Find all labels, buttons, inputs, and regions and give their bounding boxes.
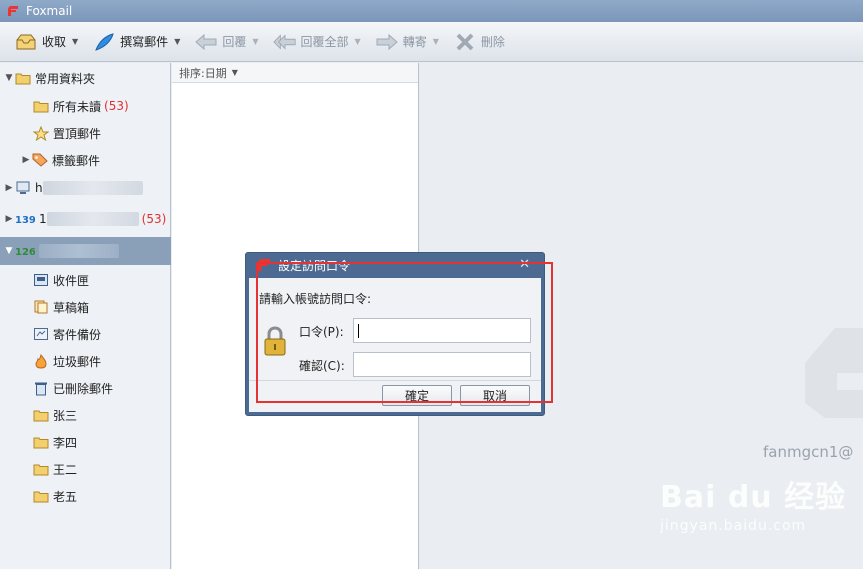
account-name: h <box>35 181 43 195</box>
sidebar-item-folder[interactable]: 张三 <box>0 402 171 428</box>
svg-text:139: 139 <box>15 215 35 225</box>
sidebar-item-account-3[interactable]: ▼ 126 <box>0 237 171 265</box>
reply-arrow-icon <box>194 32 218 52</box>
reply-button[interactable]: 回覆 ▼ <box>194 28 259 56</box>
sidebar-item-label: 张三 <box>53 408 78 423</box>
sidebar-item-label: 垃圾郵件 <box>53 354 102 369</box>
drafts-icon <box>33 300 49 314</box>
sort-dropdown[interactable]: 排序:日期 ▼ <box>172 63 418 83</box>
sidebar-item-label: 李四 <box>53 435 78 450</box>
sidebar-item-label: 寄件備份 <box>53 327 102 342</box>
sidebar-item-drafts[interactable]: 草稿箱 <box>0 294 171 320</box>
reply-label: 回覆 <box>222 35 247 49</box>
126-mail-icon: 126 <box>15 244 35 258</box>
folder-icon <box>33 462 49 476</box>
sidebar-item-folder[interactable]: 老五 <box>0 483 171 509</box>
collapse-arrow-icon[interactable]: ▶ <box>3 214 15 224</box>
folder-icon <box>33 435 49 449</box>
compose-label: 撰寫郵件 <box>120 35 169 49</box>
folder-sidebar: ▼ 常用資料夾 所有未讀 (53) 置頂郵件 ▶ 標籤郵件 ▶ h ▶ 139 … <box>0 63 171 569</box>
delete-label: 刪除 <box>480 35 505 49</box>
sidebar-item-account-2[interactable]: ▶ 139 1 (53) <box>0 206 171 232</box>
sidebar-item-common-folders[interactable]: ▼ 常用資料夾 <box>0 65 171 91</box>
expand-arrow-icon[interactable]: ▼ <box>3 73 15 83</box>
junk-fire-icon <box>33 353 49 369</box>
sidebar-item-pinned[interactable]: 置頂郵件 <box>0 120 171 146</box>
sidebar-item-label: 老五 <box>53 489 78 504</box>
compose-button[interactable]: 撰寫郵件 ▼ <box>92 28 180 56</box>
reply-all-dropdown-icon[interactable]: ▼ <box>355 37 361 46</box>
foxmail-watermark-logo-icon <box>805 328 863 418</box>
reply-dropdown-icon[interactable]: ▼ <box>252 37 258 46</box>
sidebar-item-label: 草稿箱 <box>53 300 90 315</box>
chevron-down-icon: ▼ <box>231 68 238 77</box>
sidebar-item-label: 常用資料夾 <box>35 71 96 86</box>
inbox-tray-icon <box>14 32 38 52</box>
account-unread-count: (53) <box>141 212 167 226</box>
computer-account-icon <box>15 181 31 195</box>
star-icon <box>33 125 49 141</box>
receive-dropdown-icon[interactable]: ▼ <box>72 37 78 46</box>
baidu-watermark: Bai du 经验 jingyan.baidu.com <box>660 472 846 534</box>
reply-all-arrow-icon <box>272 32 297 52</box>
blurred-account-name <box>39 244 119 258</box>
forward-dropdown-icon[interactable]: ▼ <box>433 37 439 46</box>
collapse-arrow-icon[interactable]: ▶ <box>20 155 32 165</box>
139-mail-icon: 139 <box>15 212 35 226</box>
sidebar-item-account-1[interactable]: ▶ h <box>0 175 171 201</box>
inbox-icon <box>33 273 49 287</box>
collapse-arrow-icon[interactable]: ▶ <box>3 183 15 193</box>
compose-dropdown-icon[interactable]: ▼ <box>174 37 180 46</box>
sidebar-item-label: 收件匣 <box>53 273 90 288</box>
sidebar-item-folder[interactable]: 王二 <box>0 456 171 482</box>
sort-label: 排序:日期 <box>179 66 227 80</box>
trash-can-icon <box>33 381 49 395</box>
watermark-logo-text: Bai du 经验 <box>660 480 847 515</box>
reply-all-label: 回覆全部 <box>300 35 349 49</box>
account-email-text: fanmgcn1@ <box>763 443 854 461</box>
folder-icon <box>15 71 31 85</box>
sidebar-item-junk[interactable]: 垃圾郵件 <box>0 348 171 374</box>
sidebar-item-label: 置頂郵件 <box>53 126 102 141</box>
sidebar-item-tagged[interactable]: ▶ 標籤郵件 <box>0 147 171 173</box>
reply-all-button[interactable]: 回覆全部 ▼ <box>272 28 361 56</box>
blurred-account-name <box>42 181 143 195</box>
blurred-account-name <box>46 212 139 226</box>
title-bar: Foxmail <box>0 0 863 22</box>
account-name: 1 <box>39 212 47 226</box>
receive-label: 收取 <box>42 35 67 49</box>
feather-pen-icon <box>92 32 116 52</box>
sidebar-item-unread[interactable]: 所有未讀 (53) <box>0 93 171 119</box>
window-title: Foxmail <box>26 4 73 18</box>
delete-button[interactable]: 刪除 <box>453 28 505 56</box>
sidebar-item-label: 標籤郵件 <box>52 153 101 168</box>
folder-icon <box>33 489 49 503</box>
foxmail-logo-icon <box>6 4 20 18</box>
sidebar-item-folder[interactable]: 李四 <box>0 429 171 455</box>
sidebar-item-trash[interactable]: 已刪除郵件 <box>0 375 171 401</box>
watermark-url: jingyan.baidu.com <box>660 518 807 534</box>
sidebar-item-sent[interactable]: 寄件備份 <box>0 321 171 347</box>
svg-text:126: 126 <box>15 247 35 257</box>
unread-count: (53) <box>104 99 129 113</box>
delete-x-icon <box>453 32 477 52</box>
highlight-box <box>256 262 553 403</box>
forward-arrow-icon <box>375 32 399 52</box>
folder-icon <box>33 99 49 113</box>
sidebar-item-label: 王二 <box>53 462 78 477</box>
sidebar-item-label: 已刪除郵件 <box>53 381 114 396</box>
forward-button[interactable]: 轉寄 ▼ <box>375 28 439 56</box>
forward-label: 轉寄 <box>402 35 427 49</box>
folder-icon <box>33 408 49 422</box>
expand-arrow-icon[interactable]: ▼ <box>3 246 15 256</box>
toolbar: 收取 ▼ 撰寫郵件 ▼ 回覆 ▼ 回覆全部 ▼ 轉寄 ▼ 刪除 <box>0 22 863 62</box>
sidebar-item-inbox[interactable]: 收件匣 <box>0 267 171 293</box>
sidebar-item-label: 所有未讀 <box>53 99 102 114</box>
tag-icon <box>32 153 48 167</box>
receive-button[interactable]: 收取 ▼ <box>14 28 78 56</box>
sent-icon <box>33 327 49 341</box>
